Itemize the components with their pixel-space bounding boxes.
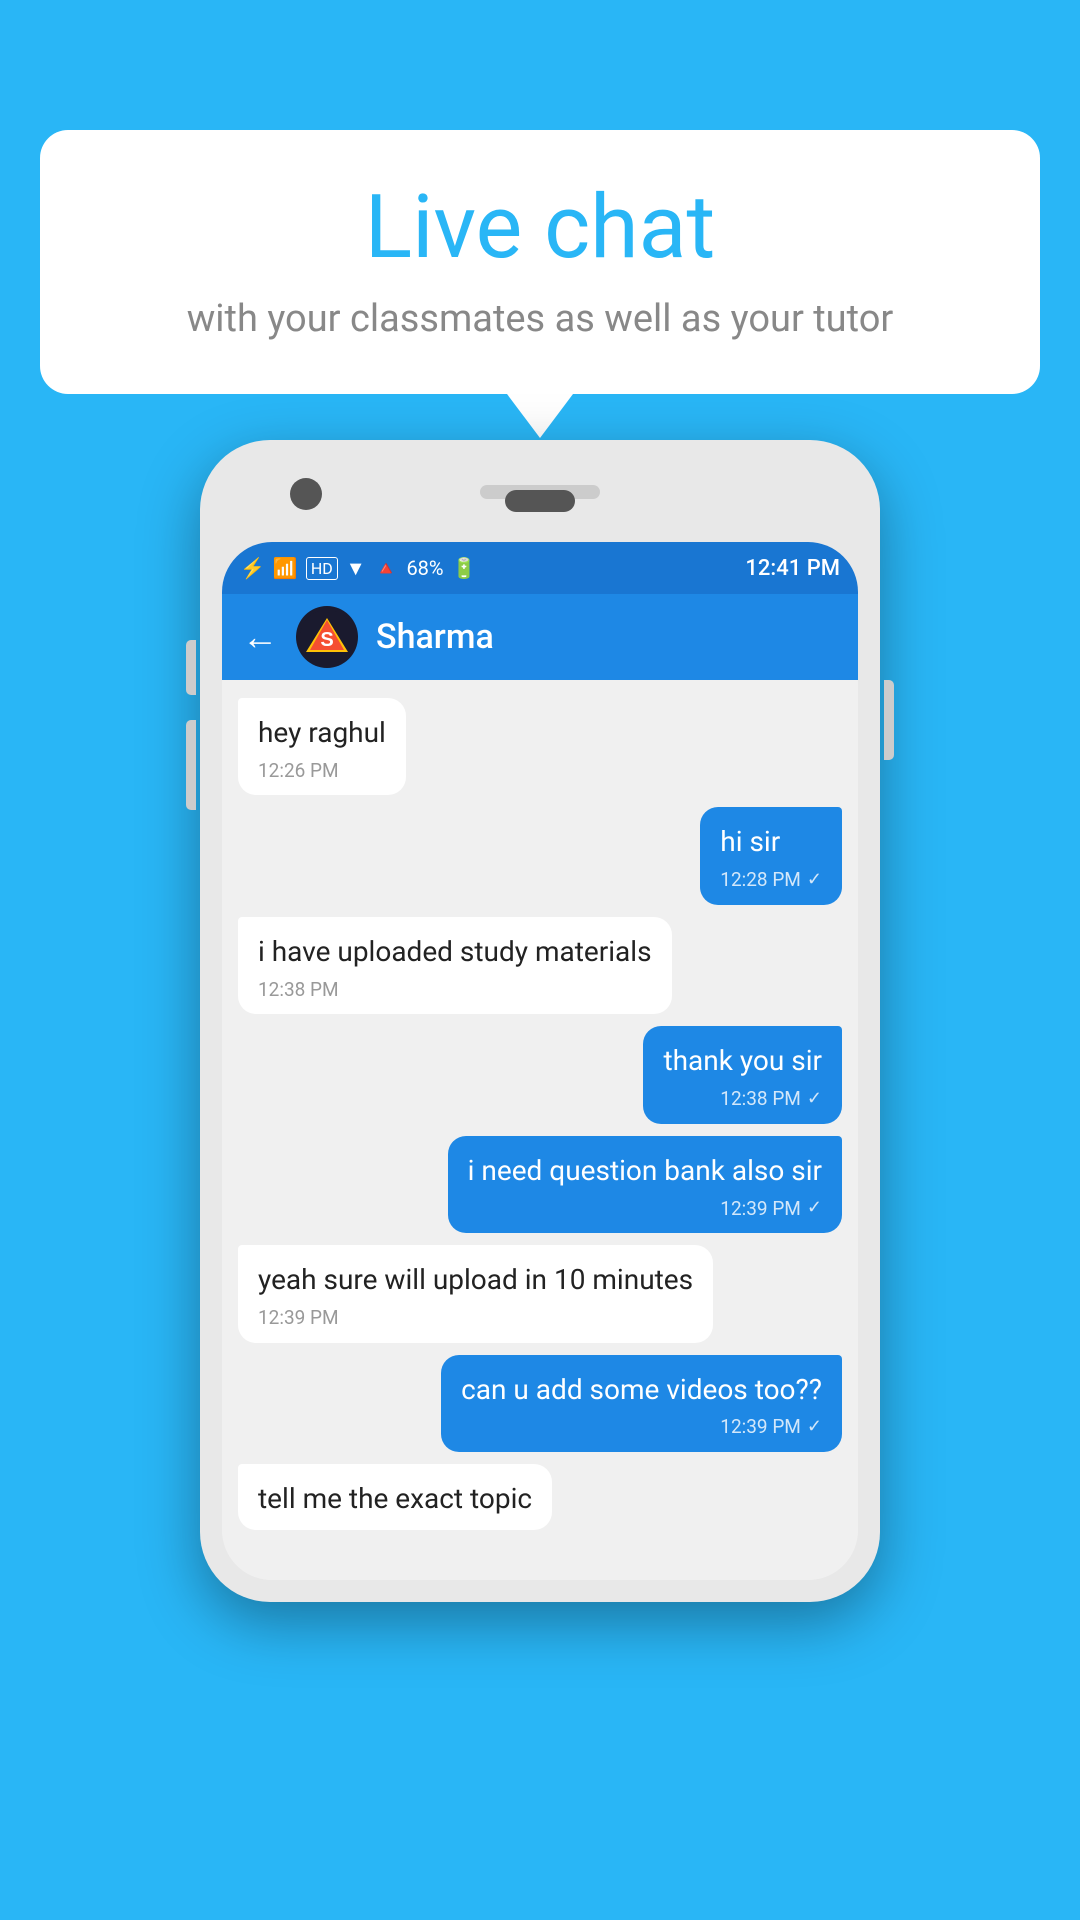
message-row: hey raghul 12:26 PM xyxy=(238,698,842,795)
speech-bubble-container: Live chat with your classmates as well a… xyxy=(40,130,1040,394)
received-message-partial: tell me the exact topic xyxy=(238,1464,552,1530)
status-left-icons: ⚡ 📶 HD ▼ 🔺 68% 🔋 xyxy=(240,556,476,581)
phone-outer: ⚡ 📶 HD ▼ 🔺 68% 🔋 12:41 PM ← xyxy=(200,440,880,1602)
read-receipt-icon: ✓ xyxy=(807,1087,822,1111)
bluetooth-icon: ⚡ xyxy=(240,556,265,580)
battery-percent: 68% xyxy=(406,556,443,580)
bubble-subtitle: with your classmates as well as your tut… xyxy=(100,295,980,344)
received-message: hey raghul 12:26 PM xyxy=(238,698,406,795)
message-text: yeah sure will upload in 10 minutes xyxy=(258,1261,693,1299)
message-time: 12:38 PM xyxy=(258,977,652,1003)
sent-message: i need question bank also sir 12:39 PM ✓ xyxy=(448,1136,842,1233)
wifi-icon: ▼ xyxy=(346,556,366,581)
message-time: 12:26 PM xyxy=(258,758,386,784)
phone-volume-up xyxy=(186,640,196,695)
back-button[interactable]: ← xyxy=(242,616,278,658)
chat-header: ← S Sharma xyxy=(222,594,858,680)
message-time: 12:39 PM ✓ xyxy=(461,1414,822,1440)
message-row: i have uploaded study materials 12:38 PM xyxy=(238,917,842,1014)
message-text: tell me the exact topic xyxy=(258,1480,532,1518)
sent-message: thank you sir 12:38 PM ✓ xyxy=(643,1026,842,1123)
message-row: can u add some videos too?? 12:39 PM ✓ xyxy=(238,1355,842,1452)
sent-message: can u add some videos too?? 12:39 PM ✓ xyxy=(441,1355,842,1452)
message-text: i have uploaded study materials xyxy=(258,933,652,971)
received-message: i have uploaded study materials 12:38 PM xyxy=(238,917,672,1014)
read-receipt-icon: ✓ xyxy=(807,868,822,892)
message-time: 12:38 PM ✓ xyxy=(663,1086,822,1112)
signal-icon: 📶 xyxy=(273,556,298,580)
message-row: yeah sure will upload in 10 minutes 12:3… xyxy=(238,1245,842,1342)
message-time: 12:39 PM ✓ xyxy=(468,1196,822,1222)
message-row: hi sir 12:28 PM ✓ xyxy=(238,807,842,904)
message-time: 12:28 PM ✓ xyxy=(720,867,822,893)
received-message: yeah sure will upload in 10 minutes 12:3… xyxy=(238,1245,713,1342)
phone-volume-down xyxy=(186,720,196,810)
hd-icon: HD xyxy=(306,557,338,580)
chat-body: hey raghul 12:26 PM hi sir 12:28 PM ✓ i … xyxy=(222,680,858,1580)
network-icon: 🔺 xyxy=(374,556,399,580)
message-time: 12:39 PM xyxy=(258,1305,693,1331)
phone-power-button xyxy=(884,680,894,760)
svg-text:S: S xyxy=(320,629,333,651)
bubble-title: Live chat xyxy=(100,180,980,277)
status-time: 12:41 PM xyxy=(745,556,840,581)
read-receipt-icon: ✓ xyxy=(807,1196,822,1220)
status-bar: ⚡ 📶 HD ▼ 🔺 68% 🔋 12:41 PM xyxy=(222,542,858,594)
phone-camera xyxy=(290,478,322,510)
battery-icon: 🔋 xyxy=(452,556,477,580)
message-row: tell me the exact topic xyxy=(238,1464,842,1530)
message-text: hi sir xyxy=(720,823,822,861)
phone-mockup: ⚡ 📶 HD ▼ 🔺 68% 🔋 12:41 PM ← xyxy=(200,440,880,1602)
message-row: i need question bank also sir 12:39 PM ✓ xyxy=(238,1136,842,1233)
read-receipt-icon: ✓ xyxy=(807,1415,822,1439)
message-text: can u add some videos too?? xyxy=(461,1371,822,1409)
status-right: 12:41 PM xyxy=(745,556,840,581)
message-text: i need question bank also sir xyxy=(468,1152,822,1190)
sent-message: hi sir 12:28 PM ✓ xyxy=(700,807,842,904)
message-row: thank you sir 12:38 PM ✓ xyxy=(238,1026,842,1123)
contact-avatar: S xyxy=(296,606,358,668)
message-text: thank you sir xyxy=(663,1042,822,1080)
phone-screen: ⚡ 📶 HD ▼ 🔺 68% 🔋 12:41 PM ← xyxy=(222,542,858,1580)
phone-home-button xyxy=(505,490,575,512)
speech-bubble: Live chat with your classmates as well a… xyxy=(40,130,1040,394)
message-text: hey raghul xyxy=(258,714,386,752)
contact-name: Sharma xyxy=(376,617,494,657)
